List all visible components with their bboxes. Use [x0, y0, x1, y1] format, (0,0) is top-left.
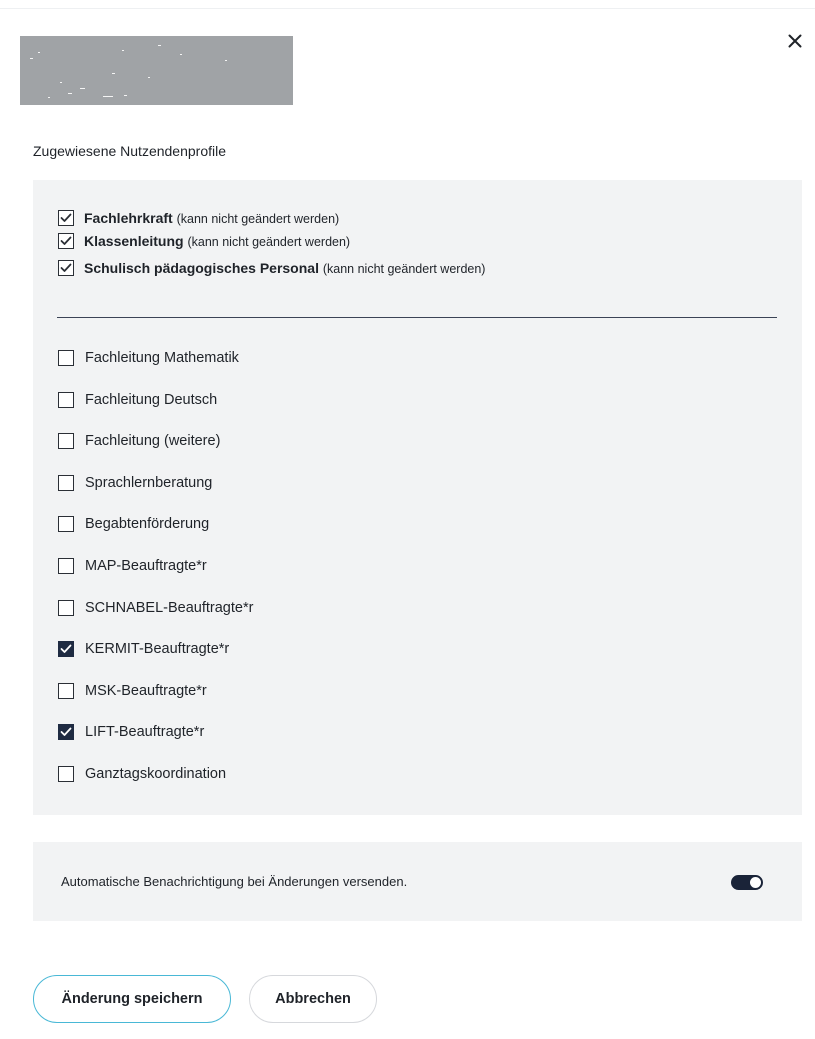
profile-option-label: Sprachlernberatung [85, 474, 213, 491]
profile-option-row[interactable]: Ganztagskoordination [58, 766, 226, 782]
notification-toggle[interactable] [731, 875, 763, 890]
notification-panel: Automatische Benachrichtigung bei Änderu… [33, 842, 802, 921]
toggle-knob [750, 877, 761, 888]
profile-option-row[interactable]: MSK-Beauftragte*r [58, 682, 207, 699]
profile-option-label: Ganztagskoordination [85, 766, 227, 782]
fixed-profile-name: Schulisch pädagogisches Personal [84, 260, 319, 276]
profile-option-label: LIFT-Beauftragte*r [85, 724, 205, 741]
profile-checkbox[interactable] [58, 391, 74, 408]
profile-option-label: Begabtenförderung [85, 516, 210, 533]
cancel-button[interactable]: Abbrechen [249, 975, 377, 1023]
profile-option-label: KERMIT-Beauftragte*r [85, 641, 230, 658]
close-icon [788, 34, 802, 53]
fixed-profile-row: Fachlehrkraft (kann nicht geändert werde… [58, 210, 339, 226]
profile-option-row[interactable]: KERMIT-Beauftragte*r [58, 641, 230, 658]
profile-option-label: Fachleitung Mathematik [85, 350, 239, 366]
fixed-profile-note: (kann nicht geändert werden) [322, 262, 486, 276]
notification-label: Automatische Benachrichtigung bei Änderu… [61, 874, 408, 889]
top-divider [0, 8, 815, 9]
fixed-profile-row: Klassenleitung (kann nicht geändert werd… [58, 233, 350, 249]
profiles-divider [57, 317, 777, 318]
fixed-profile-row: Schulisch pädagogisches Personal (kann n… [58, 260, 485, 276]
save-button[interactable]: Änderung speichern [33, 975, 231, 1023]
profile-checkbox[interactable] [58, 599, 74, 616]
profile-option-label: SCHNABEL-Beauftragte*r [85, 599, 254, 616]
profile-option-row[interactable]: MAP-Beauftragte*r [58, 558, 207, 574]
fixed-profile-note: (kann nicht geändert werden) [187, 235, 351, 249]
fixed-profile-checkbox [58, 233, 74, 249]
profiles-panel: Fachlehrkraft (kann nicht geändert werde… [33, 180, 802, 815]
fixed-profile-label: Fachlehrkraft (kann nicht geändert werde… [84, 210, 339, 226]
profile-checkbox[interactable] [58, 724, 74, 741]
profile-option-row[interactable]: Begabtenförderung [58, 516, 210, 533]
fixed-profile-checkbox [58, 260, 74, 276]
profile-option-label: MSK-Beauftragte*r [85, 682, 207, 699]
redacted-user-name [20, 36, 293, 105]
profile-checkbox[interactable] [58, 558, 74, 574]
fixed-profile-label: Klassenleitung (kann nicht geändert werd… [84, 233, 350, 249]
section-label: Zugewiesene Nutzendenprofile [33, 143, 227, 159]
profile-checkbox[interactable] [58, 350, 74, 366]
fixed-profile-name: Klassenleitung [84, 233, 184, 249]
profile-option-row[interactable]: SCHNABEL-Beauftragte*r [58, 599, 254, 616]
profile-option-label: MAP-Beauftragte*r [85, 558, 207, 574]
profile-option-label: Fachleitung (weitere) [85, 433, 221, 450]
profile-checkbox[interactable] [58, 766, 74, 782]
profile-option-row[interactable]: Sprachlernberatung [58, 474, 213, 491]
fixed-profile-note: (kann nicht geändert werden) [176, 212, 340, 226]
profile-option-row[interactable]: LIFT-Beauftragte*r [58, 724, 205, 741]
profile-option-row[interactable]: Fachleitung Deutsch [58, 391, 218, 408]
profile-checkbox[interactable] [58, 682, 74, 699]
profile-option-row[interactable]: Fachleitung (weitere) [58, 433, 221, 450]
profile-checkbox[interactable] [58, 474, 74, 491]
close-button[interactable] [782, 30, 808, 56]
fixed-profile-label: Schulisch pädagogisches Personal (kann n… [84, 260, 485, 276]
profile-checkbox[interactable] [58, 516, 74, 533]
profile-option-label: Fachleitung Deutsch [85, 391, 218, 408]
profile-checkbox[interactable] [58, 641, 74, 658]
fixed-profile-name: Fachlehrkraft [84, 210, 173, 226]
profile-option-row[interactable]: Fachleitung Mathematik [58, 350, 239, 366]
fixed-profile-checkbox [58, 210, 74, 226]
profile-checkbox[interactable] [58, 433, 74, 450]
